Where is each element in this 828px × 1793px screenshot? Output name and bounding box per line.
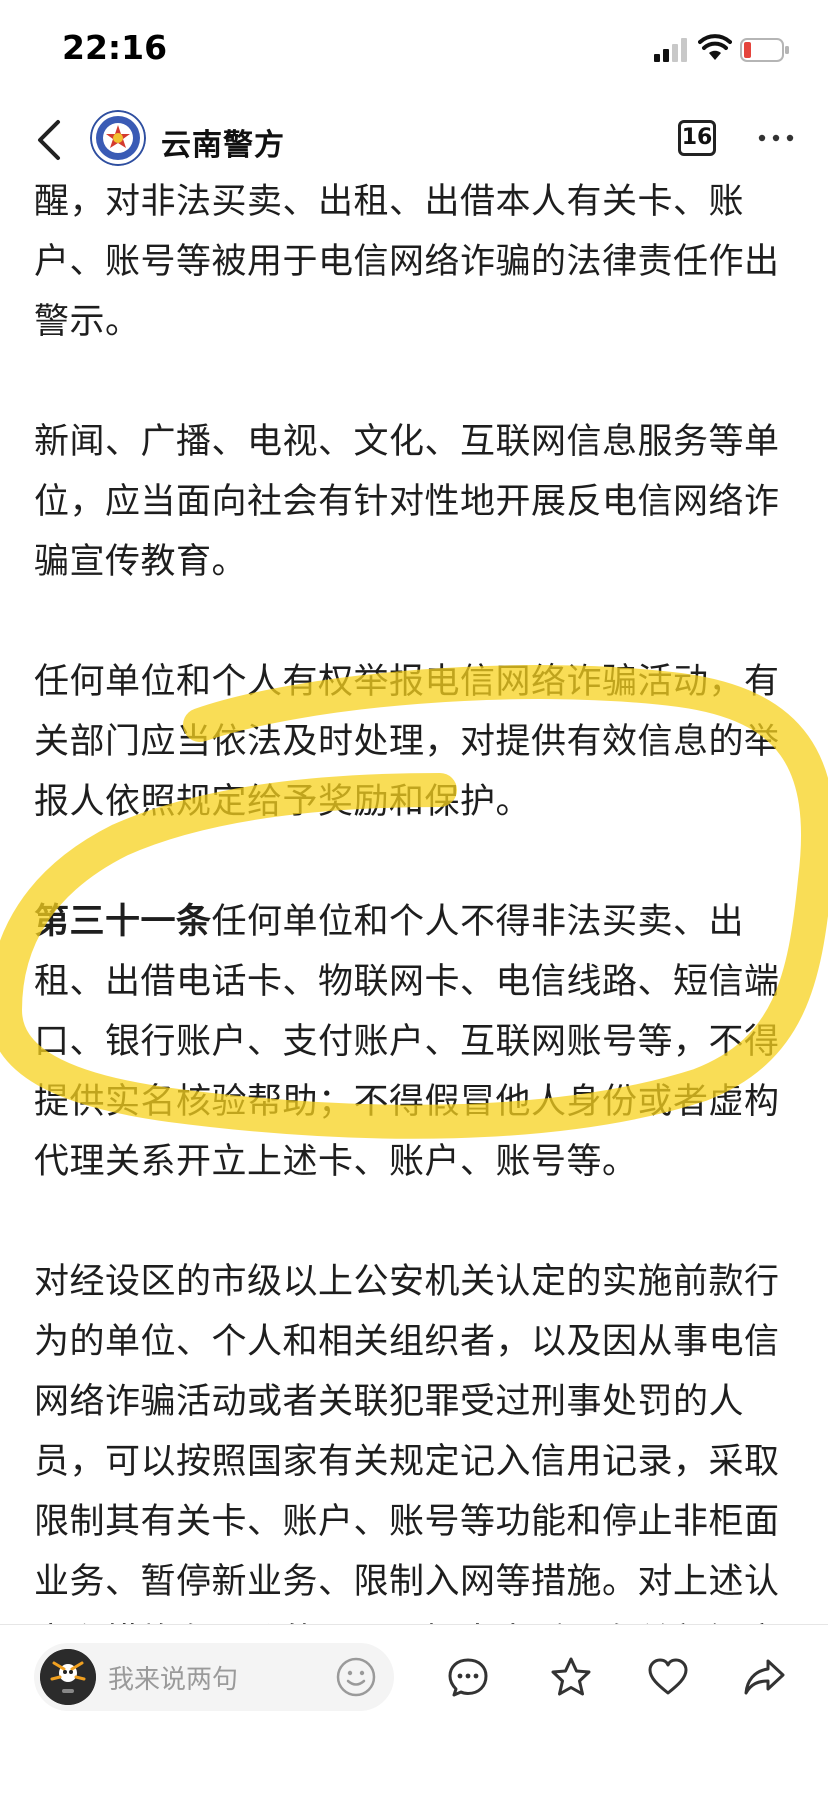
bottom-toolbar: 我来说两句 (0, 1624, 828, 1793)
article-paragraph: 任何单位和个人有权举报电信网络诈骗活动，有关部门应当依法及时处理，对提供有效信息… (34, 662, 780, 822)
comment-input[interactable]: 我来说两句 (34, 1643, 394, 1711)
article-heading: 第三十一条 (34, 902, 212, 942)
article-text: 任何单位和个人不得非法买卖、出租、出借电话卡、物联网卡、电信线路、短信端口、银行… (34, 902, 780, 1182)
article-paragraph-article-31: 第三十一条任何单位和个人不得非法买卖、出租、出借电话卡、物联网卡、电信线路、短信… (34, 892, 798, 1192)
account-name[interactable]: 云南警方 (161, 120, 285, 164)
more-dots-icon[interactable] (756, 126, 796, 150)
status-time: 22:16 (62, 28, 168, 67)
article-body: 醒，对非法买卖、出租、出借本人有关卡、账户、账号等被用于电信网络诈骗的法律责任作… (34, 172, 798, 1732)
chevron-left-icon[interactable] (34, 118, 64, 162)
heart-icon[interactable] (646, 1655, 690, 1699)
comment-placeholder: 我来说两句 (108, 1665, 239, 1695)
avatar-illustration (40, 1649, 96, 1705)
signal-icon (654, 38, 687, 62)
user-avatar (40, 1649, 96, 1705)
article-paragraph: 醒，对非法买卖、出租、出借本人有关卡、账户、账号等被用于电信网络诈骗的法律责任作… (34, 182, 780, 342)
article-paragraph: 新闻、广播、电视、文化、互联网信息服务等单位，应当面向社会有针对性地开展反电信网… (34, 422, 780, 582)
nav-bar: 云南警方 16 (0, 100, 828, 180)
comment-icon[interactable] (446, 1655, 490, 1699)
emoji-icon[interactable] (336, 1657, 376, 1697)
share-icon[interactable] (742, 1655, 786, 1699)
battery-low-icon (740, 38, 789, 62)
police-badge-avatar[interactable] (90, 110, 146, 166)
wifi-icon (698, 34, 732, 60)
status-bar: 22:16 (0, 0, 828, 100)
tab-count-badge[interactable]: 16 (678, 120, 716, 156)
star-icon[interactable] (549, 1655, 593, 1699)
